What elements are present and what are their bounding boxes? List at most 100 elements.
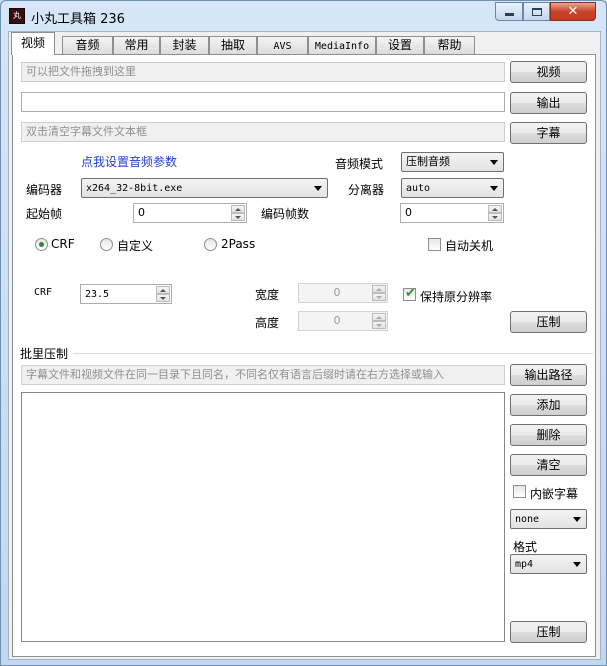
- window-title: 小丸工具箱 236: [31, 12, 125, 27]
- subtitle-button[interactable]: 字幕: [510, 122, 587, 144]
- width-stepper[interactable]: [372, 285, 386, 301]
- tab-label: 抽取: [220, 38, 245, 52]
- start-frame-input[interactable]: 0: [133, 203, 247, 223]
- tab-label: 封装: [172, 38, 197, 52]
- mode-custom-radio[interactable]: [100, 238, 113, 251]
- subtitle-lang-select[interactable]: none: [510, 509, 587, 529]
- tab-avs[interactable]: AVS: [257, 36, 308, 54]
- spin-down-icon[interactable]: [156, 294, 170, 302]
- minimize-button[interactable]: [495, 2, 523, 21]
- embed-subtitle-checkbox[interactable]: [513, 485, 526, 498]
- start-frame-label: 起始帧: [26, 207, 63, 221]
- encode-frames-input[interactable]: 0: [400, 203, 504, 223]
- client-area: 视频 音频 常用 封装 抽取 AVS MediaInfo 设置 帮助 可以把文件…: [8, 31, 601, 660]
- encode-button[interactable]: 压制: [510, 311, 587, 333]
- encoder-value: x264_32-8bit.exe: [86, 183, 183, 194]
- batch-hint-input[interactable]: 字幕文件和视频文件在同一目录下且同名，不同名仅有语言后缀时请在右方选择或输入: [21, 365, 505, 385]
- keep-resolution-checkbox[interactable]: [403, 286, 416, 301]
- mode-crf-label[interactable]: CRF: [51, 237, 75, 251]
- width-input[interactable]: 0: [298, 283, 388, 303]
- maximize-icon: [531, 7, 542, 16]
- spin-up-icon[interactable]: [488, 205, 502, 213]
- height-input[interactable]: 0: [298, 311, 388, 331]
- spin-up-icon[interactable]: [156, 286, 170, 294]
- chevron-down-icon: [490, 160, 498, 165]
- title-bar[interactable]: 丸 小丸工具箱 236 ✕: [1, 1, 606, 31]
- tab-mediainfo[interactable]: MediaInfo: [308, 36, 376, 54]
- clear-button[interactable]: 清空: [510, 454, 587, 476]
- encode-frames-value: 0: [405, 206, 412, 219]
- start-frame-stepper[interactable]: [231, 205, 245, 221]
- delete-button[interactable]: 删除: [510, 424, 587, 446]
- height-stepper[interactable]: [372, 313, 386, 329]
- tab-mux[interactable]: 封装: [160, 36, 209, 54]
- maximize-button[interactable]: [523, 2, 550, 21]
- spin-down-icon[interactable]: [372, 293, 386, 301]
- keep-resolution-label[interactable]: 保持原分辨率: [420, 288, 492, 305]
- format-select[interactable]: mp4: [510, 554, 587, 574]
- crf-stepper[interactable]: [156, 286, 170, 302]
- audio-mode-label: 音频模式: [335, 157, 384, 171]
- close-button[interactable]: ✕: [550, 2, 596, 21]
- tab-label: AVS: [273, 41, 292, 52]
- auto-shutdown-label[interactable]: 自动关机: [445, 237, 493, 254]
- chevron-down-icon: [490, 186, 498, 191]
- output-button[interactable]: 输出: [510, 92, 587, 114]
- tab-label: MediaInfo: [314, 41, 370, 52]
- encode-frames-stepper[interactable]: [488, 205, 502, 221]
- spin-up-icon[interactable]: [372, 313, 386, 321]
- chevron-down-icon: [573, 562, 581, 567]
- splitter-value: auto: [406, 183, 431, 194]
- audio-mode-select[interactable]: 压制音频: [401, 152, 504, 172]
- width-label: 宽度: [255, 288, 280, 302]
- mode-2pass-label[interactable]: 2Pass: [221, 237, 255, 251]
- encoder-select[interactable]: x264_32-8bit.exe: [81, 178, 328, 198]
- mode-2pass-radio[interactable]: [204, 238, 217, 251]
- splitter-select[interactable]: auto: [401, 178, 504, 198]
- spin-up-icon[interactable]: [231, 205, 245, 213]
- tab-label: 视频: [20, 36, 45, 50]
- encode-frames-label: 编码帧数: [261, 207, 310, 221]
- chevron-down-icon: [314, 186, 322, 191]
- tab-video[interactable]: 视频: [11, 32, 55, 55]
- tab-settings[interactable]: 设置: [376, 36, 424, 54]
- add-button[interactable]: 添加: [510, 394, 587, 416]
- splitter-label: 分离器: [348, 183, 385, 197]
- embed-subtitle-label[interactable]: 内嵌字幕: [530, 485, 578, 502]
- crf-label: CRF: [34, 287, 53, 298]
- spin-down-icon[interactable]: [488, 213, 502, 221]
- video-tab-panel: 可以把文件拖拽到这里 视频 输出 双击清空字幕文件文本框 字幕 点我设置音频参数…: [12, 54, 596, 657]
- tab-audio[interactable]: 音频: [62, 36, 113, 54]
- batch-file-list[interactable]: [21, 392, 505, 642]
- crf-input[interactable]: 23.5: [80, 284, 172, 304]
- app-logo-icon: 丸: [9, 8, 25, 24]
- spin-up-icon[interactable]: [372, 285, 386, 293]
- tab-label: 常用: [124, 38, 149, 52]
- tab-label: 帮助: [437, 38, 462, 52]
- output-file-input[interactable]: [21, 92, 505, 112]
- subtitle-file-input[interactable]: 双击清空字幕文件文本框: [21, 122, 505, 142]
- spin-down-icon[interactable]: [372, 321, 386, 329]
- app-window: 丸 小丸工具箱 236 ✕ 视频 音频 常用 封装 抽取 AVS MediaIn…: [0, 0, 607, 666]
- height-label: 高度: [255, 316, 280, 330]
- spin-down-icon[interactable]: [231, 213, 245, 221]
- output-path-button[interactable]: 输出路径: [510, 364, 587, 386]
- tab-common[interactable]: 常用: [113, 36, 160, 54]
- tab-extract[interactable]: 抽取: [209, 36, 257, 54]
- tab-strip: 视频 音频 常用 封装 抽取 AVS MediaInfo 设置 帮助: [9, 32, 600, 55]
- height-value: 0: [333, 314, 341, 327]
- batch-section-title: 批里压制: [20, 347, 69, 361]
- auto-shutdown-checkbox[interactable]: [428, 238, 441, 251]
- audio-settings-link[interactable]: 点我设置音频参数: [81, 153, 177, 170]
- video-file-input[interactable]: 可以把文件拖拽到这里: [21, 62, 505, 82]
- format-value: mp4: [515, 559, 534, 570]
- mode-crf-radio[interactable]: [35, 238, 48, 251]
- start-frame-value: 0: [138, 206, 145, 219]
- batch-encode-button[interactable]: 压制: [510, 621, 587, 643]
- width-value: 0: [333, 286, 341, 299]
- mode-custom-label[interactable]: 自定义: [117, 237, 153, 254]
- tab-label: 设置: [387, 38, 412, 52]
- tab-help[interactable]: 帮助: [424, 36, 475, 54]
- video-button[interactable]: 视频: [510, 61, 587, 83]
- tab-label: 音频: [75, 38, 100, 52]
